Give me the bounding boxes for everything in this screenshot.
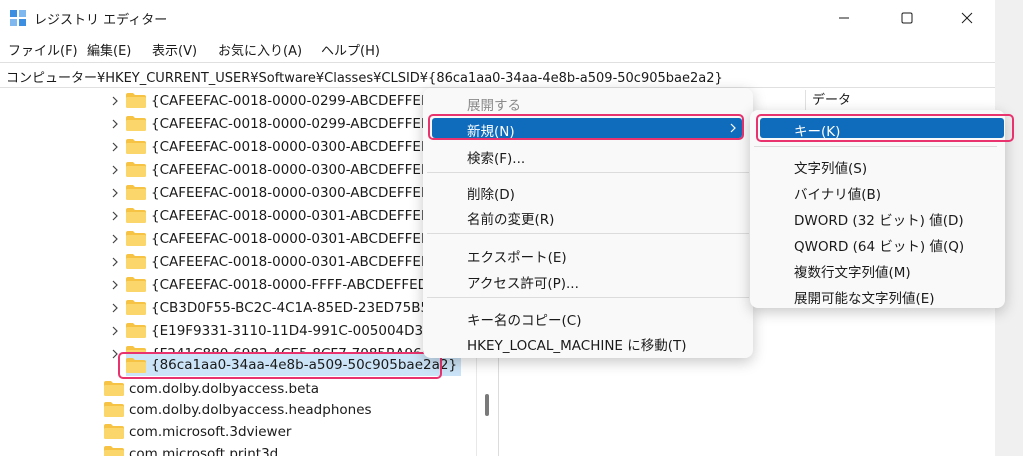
address-bar[interactable]: コンピューター¥HKEY_CURRENT_USER¥Software¥Class… [0,62,995,88]
folder-icon [126,185,146,200]
menu-copy-key-name[interactable]: キー名のコピー(C) [467,309,581,329]
menu-delete[interactable]: 削除(D) [467,183,515,203]
tree-item-label: {CAFEEFAC-0018-0000-0299-ABCDEFFED [151,115,432,132]
chevron-right-icon[interactable] [108,140,122,154]
menu-view[interactable]: 表示(V) [152,40,197,59]
key-item-highlight [756,114,1014,142]
folder-icon [104,402,124,417]
submenu-qword-value[interactable]: QWORD (64 ビット) 値(Q) [794,235,964,255]
tree-item-label: {CAFEEFAC-0018-0000-0301-ABCDEFFED [151,230,432,247]
folder-icon [126,139,146,154]
submenu-dword-value[interactable]: DWORD (32 ビット) 値(D) [794,209,964,229]
menu-file[interactable]: ファイル(F) [8,40,78,59]
tree-item-label: {CB3D0F55-BC2C-4C1A-85ED-23ED75B5 [151,299,430,316]
tree-item-label: {CAFEEFAC-0018-0000-0299-ABCDEFFED [151,92,432,109]
submenu-binary-value[interactable]: バイナリ値(B) [794,183,881,203]
menu-goto-hklm[interactable]: HKEY_LOCAL_MACHINE に移動(T) [467,334,687,354]
folder-icon [104,381,124,396]
chevron-right-icon[interactable] [108,232,122,246]
maximize-icon [901,12,913,24]
menu-help[interactable]: ヘルプ(H) [321,40,380,59]
window-title: レジストリ エディター [34,13,168,28]
tree-item-label: {CAFEEFAC-0018-0000-0300-ABCDEFFED [151,184,432,201]
folder-icon [104,446,124,456]
folder-icon [126,323,146,338]
folder-icon [126,254,146,269]
chevron-right-icon[interactable] [108,163,122,177]
tree-item-label: com.dolby.dolbyaccess.headphones [129,401,372,418]
column-header-data[interactable]: データ [805,90,851,112]
tree-item[interactable]: {CAFEEFAC-0018-0000-FFFF-ABCDEFFEDC [108,273,437,296]
menu-separator [427,233,749,234]
minimize-icon [839,17,849,19]
folder-icon [126,93,146,108]
chevron-right-icon[interactable] [108,94,122,108]
chevron-right-icon[interactable] [108,255,122,269]
chevron-right-icon[interactable] [108,117,122,131]
close-icon [961,12,973,24]
menu-separator [427,172,749,173]
registry-editor-icon [10,10,26,26]
tree-item[interactable]: com.dolby.dolbyaccess.beta [104,377,319,400]
folder-icon [126,162,146,177]
tree-item[interactable]: {CB3D0F55-BC2C-4C1A-85ED-23ED75B5 [108,296,429,319]
minimize-button[interactable] [821,0,867,36]
tree-item[interactable]: {CAFEEFAC-0018-0000-0300-ABCDEFFED [108,181,431,204]
tree-item-label: {E19F9331-3110-11D4-991C-005004D3B3 [151,322,441,339]
tree-item[interactable]: {CAFEEFAC-0018-0000-0301-ABCDEFFED [108,227,431,250]
tree-item-label: {CAFEEFAC-0018-0000-0301-ABCDEFFED [151,207,432,224]
tree-item[interactable]: {CAFEEFAC-0018-0000-0300-ABCDEFFED [108,158,431,181]
tree-item-label: {CAFEEFAC-0018-0000-0300-ABCDEFFED [151,161,432,178]
tree-item[interactable]: {CAFEEFAC-0018-0000-0301-ABCDEFFED [108,250,431,273]
tree-item-label: com.microsoft.3dviewer [129,423,292,440]
menu-permissions[interactable]: アクセス許可(P)... [467,272,579,292]
tree-item-label: com.dolby.dolbyaccess.beta [129,380,319,397]
folder-icon [126,208,146,223]
tree-item-label: {CAFEEFAC-0018-0000-0301-ABCDEFFED [151,253,432,270]
tree-pane: {CAFEEFAC-0018-0000-0299-ABCDEFFED {CAFE… [0,88,476,456]
scroll-thumb[interactable] [485,394,489,416]
folder-icon [126,231,146,246]
tree-item[interactable]: com.microsoft.3dviewer [104,420,291,443]
tree-item[interactable]: {CAFEEFAC-0018-0000-0299-ABCDEFFED [108,112,431,135]
submenu-expandable-string-value[interactable]: 展開可能な文字列値(E) [794,287,935,307]
tree-item[interactable]: {E19F9331-3110-11D4-991C-005004D3B3 [108,319,441,342]
address-path[interactable]: コンピューター¥HKEY_CURRENT_USER¥Software¥Class… [6,67,723,86]
chevron-right-icon[interactable] [108,209,122,223]
tree-item-label: {CAFEEFAC-0018-0000-0300-ABCDEFFED [151,138,432,155]
maximize-button[interactable] [884,0,930,36]
menu-rename[interactable]: 名前の変更(R) [467,208,554,228]
tree-item[interactable]: {CAFEEFAC-0018-0000-0299-ABCDEFFED [108,89,431,112]
folder-icon [126,277,146,292]
submenu-multi-string-value[interactable]: 複数行文字列値(M) [794,261,911,281]
chevron-right-icon[interactable] [108,186,122,200]
menu-separator [427,297,749,298]
menu-expand[interactable]: 展開する [467,94,521,114]
menu-bar: ファイル(F) 編集(E) 表示(V) お気に入り(A) ヘルプ(H) [0,36,995,62]
new-item-highlight [428,114,744,140]
title-bar: レジストリ エディター [0,0,995,36]
folder-icon [104,424,124,439]
menu-favorites[interactable]: お気に入り(A) [218,40,302,59]
tree-item[interactable]: com.microsoft.print3d [104,442,278,456]
selected-key-highlight [118,352,442,379]
tree-item-label: {CAFEEFAC-0018-0000-FFFF-ABCDEFFEDC [151,276,438,293]
chevron-right-icon[interactable] [108,324,122,338]
menu-export[interactable]: エクスポート(E) [467,246,567,266]
tree-item[interactable]: {CAFEEFAC-0018-0000-0300-ABCDEFFED [108,135,431,158]
menu-separator [754,146,997,147]
chevron-right-icon[interactable] [108,278,122,292]
close-button[interactable] [944,0,990,36]
folder-icon [126,116,146,131]
chevron-right-icon[interactable] [108,301,122,315]
tree-item-label: com.microsoft.print3d [129,445,279,456]
tree-item[interactable]: {CAFEEFAC-0018-0000-0301-ABCDEFFED [108,204,431,227]
menu-find[interactable]: 検索(F)... [467,147,525,167]
submenu-string-value[interactable]: 文字列値(S) [794,157,867,177]
menu-edit[interactable]: 編集(E) [87,40,131,59]
folder-icon [126,300,146,315]
tree-item[interactable]: com.dolby.dolbyaccess.headphones [104,398,372,421]
